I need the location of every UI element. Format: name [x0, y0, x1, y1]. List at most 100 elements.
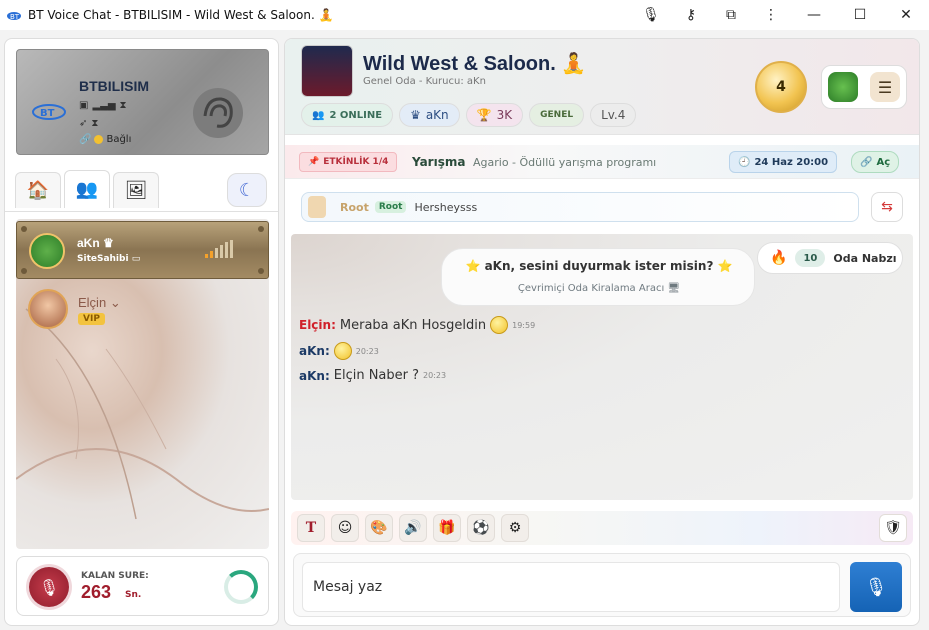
settings-icon: ⚙ — [508, 520, 522, 536]
profile-card[interactable]: BT BTBILISIM ▣ ▂▃▅ ⧗ ➶ ⧗ 🔗 Bağlı — [16, 49, 269, 155]
user-row-owner[interactable]: aKn ♛ SiteSahibi ▭ — [16, 221, 269, 279]
timer-value: 263 — [81, 582, 112, 602]
maximize-button[interactable]: ☐ — [837, 0, 883, 30]
timer-card: 🎙 KALAN SURE: 263 Sn. — [16, 556, 269, 616]
profile-status-icons: ▣ ▂▃▅ ⧗ — [79, 100, 127, 111]
crown-icon: ♛ — [103, 236, 114, 250]
message-input[interactable] — [302, 562, 840, 612]
app-logo-icon: BT — [7, 12, 21, 21]
message-text: Elçin Naber ? — [333, 368, 420, 383]
tab-photos[interactable]: 🖼 — [113, 172, 159, 208]
message-text: Meraba aKn Hosgeldin — [339, 317, 487, 333]
online-count-chip[interactable]: 👥 2 ONLINE — [301, 103, 394, 127]
speaker-button[interactable]: 🔊 — [399, 514, 427, 542]
svg-text:BT: BT — [40, 108, 55, 119]
key-icon[interactable]: ⚷ — [671, 0, 711, 30]
minimize-button[interactable]: — — [791, 0, 837, 30]
pin-icon: 📌 — [308, 157, 320, 167]
settings-button[interactable]: ⚙ — [501, 514, 529, 542]
room-thumbnail[interactable] — [301, 45, 353, 97]
user-name: Elçin ⌄ — [78, 295, 121, 310]
text-format-icon: T — [305, 520, 317, 536]
announcement-bar[interactable]: Root Root Hersheysss — [301, 192, 859, 222]
speaker-icon: 🔊 — [404, 520, 422, 536]
shield-icon: 🛡 — [884, 520, 902, 536]
window-title: BT Voice Chat - BTBILISIM - Wild West & … — [28, 8, 334, 22]
chat-message: aKn: Elçin Naber ? 20:23 — [299, 368, 446, 383]
palette-icon: 🎨 — [370, 520, 388, 536]
message-composer: 🎙 — [293, 553, 911, 617]
level-chip[interactable]: Lv.4 — [590, 103, 637, 127]
star-icon: ⭐ — [717, 259, 733, 273]
pulse-count: 10 — [795, 249, 826, 267]
profile-status-icons-2: ➶ ⧗ — [79, 118, 98, 129]
owner-chip[interactable]: ♛ aKn — [399, 103, 460, 127]
announcement-text: Hersheysss — [414, 200, 478, 214]
ball-button[interactable]: ⚽ — [467, 514, 495, 542]
gift-button[interactable]: 🎁 — [433, 514, 461, 542]
room-subtitle: Genel Oda - Kurucu: aKn — [363, 76, 486, 87]
user-role: SiteSahibi ▭ — [77, 254, 141, 264]
microphone-icon[interactable]: 🎙 — [631, 0, 671, 30]
loading-spinner-icon — [224, 570, 258, 604]
vip-badge: VIP — [78, 313, 105, 325]
invite-question: ⭐ aKn, sesini duyurmak ister misin? ⭐ — [465, 259, 733, 273]
mic-invite-bubble[interactable]: ⭐ aKn, sesini duyurmak ister misin? ⭐ Çe… — [441, 248, 755, 306]
category-chip[interactable]: GENEL — [529, 103, 585, 127]
menu-icon[interactable]: ☰ — [870, 72, 900, 102]
tab-home[interactable]: 🏠 — [15, 172, 61, 208]
status-label: Bağlı — [106, 134, 132, 145]
screw-decoration — [258, 226, 264, 232]
extension-icon[interactable]: ⧉ — [711, 0, 751, 30]
more-icon[interactable]: ⋮ — [751, 0, 791, 30]
message-author: aKn: — [299, 368, 330, 383]
computer-icon: 🖥 — [667, 283, 681, 294]
divider — [5, 211, 278, 212]
coin-badge[interactable]: 4 — [755, 61, 807, 113]
room-pulse[interactable]: 🔥 10 Oda Nabzı — [757, 242, 903, 274]
home-icon: 🏠 — [26, 180, 50, 201]
left-panel: BT BTBILISIM ▣ ▂▃▅ ⧗ ➶ ⧗ 🔗 Bağlı 🏠 👥 🖼 ☾ — [4, 38, 279, 626]
event-badge: 📌 ETKİNLİK 1/4 — [299, 152, 398, 172]
theme-toggle-button[interactable]: ☾ — [227, 173, 267, 207]
timer-unit: Sn. — [125, 590, 142, 600]
connection-status: 🔗 Bağlı — [79, 134, 131, 145]
chat-message: aKn: 20:23 — [299, 342, 379, 360]
invite-subtitle: Çevrimiçi Oda Kiralama Aracı 🖥 — [517, 283, 681, 294]
trophy-chip[interactable]: 🏆 3K — [465, 103, 524, 127]
timer-label: KALAN SURE: — [81, 571, 149, 581]
tab-users[interactable]: 👥 — [64, 170, 110, 208]
avatar[interactable] — [29, 233, 65, 269]
voice-send-button[interactable]: 🎙 — [850, 562, 902, 612]
text-format-button[interactable]: T — [297, 514, 325, 542]
emoji-icon — [490, 316, 509, 334]
palette-button[interactable]: 🎨 — [365, 514, 393, 542]
user-row-vip[interactable]: Elçin ⌄ VIP — [16, 287, 269, 331]
profile-username: BTBILISIM — [79, 78, 149, 94]
swap-arrows-button[interactable]: ⇆ — [871, 192, 903, 222]
close-button[interactable]: ✕ — [883, 0, 929, 30]
event-date: 🕘 24 Haz 20:00 — [729, 151, 838, 173]
shield-button[interactable]: 🛡 — [879, 514, 907, 542]
link-icon: 🔗 — [860, 156, 873, 168]
emoji-button[interactable]: ☺ — [331, 514, 359, 542]
event-bar: 📌 ETKİNLİK 1/4 Yarışma Agario - Ödüllü ya… — [285, 145, 919, 179]
left-tabs: 🏠 👥 🖼 — [15, 170, 159, 208]
chevron-down-icon: ⌄ — [109, 295, 121, 310]
emoji-icon — [333, 342, 352, 360]
share-icon[interactable] — [828, 72, 858, 102]
message-time: 19:59 — [512, 320, 536, 330]
event-open-button[interactable]: 🔗 Aç — [851, 151, 900, 173]
monitor-icon: ▭ — [131, 254, 141, 264]
link-icon: 🔗 — [79, 134, 92, 145]
event-title: Yarışma — [412, 155, 466, 169]
avatar — [308, 196, 326, 218]
push-to-talk-button[interactable]: 🎙 — [29, 567, 69, 607]
ball-icon: ⚽ — [472, 520, 490, 536]
pointer-icon: ➶ — [79, 118, 88, 129]
crown-icon: ♛ — [410, 108, 421, 122]
hourglass-icon: ⧗ — [91, 118, 99, 129]
chat-area[interactable]: 🔥 10 Oda Nabzı ⭐ aKn, sesini duyurmak is… — [291, 234, 913, 500]
avatar[interactable] — [28, 289, 68, 329]
signal-icon: ▂▃▅ — [92, 100, 116, 111]
